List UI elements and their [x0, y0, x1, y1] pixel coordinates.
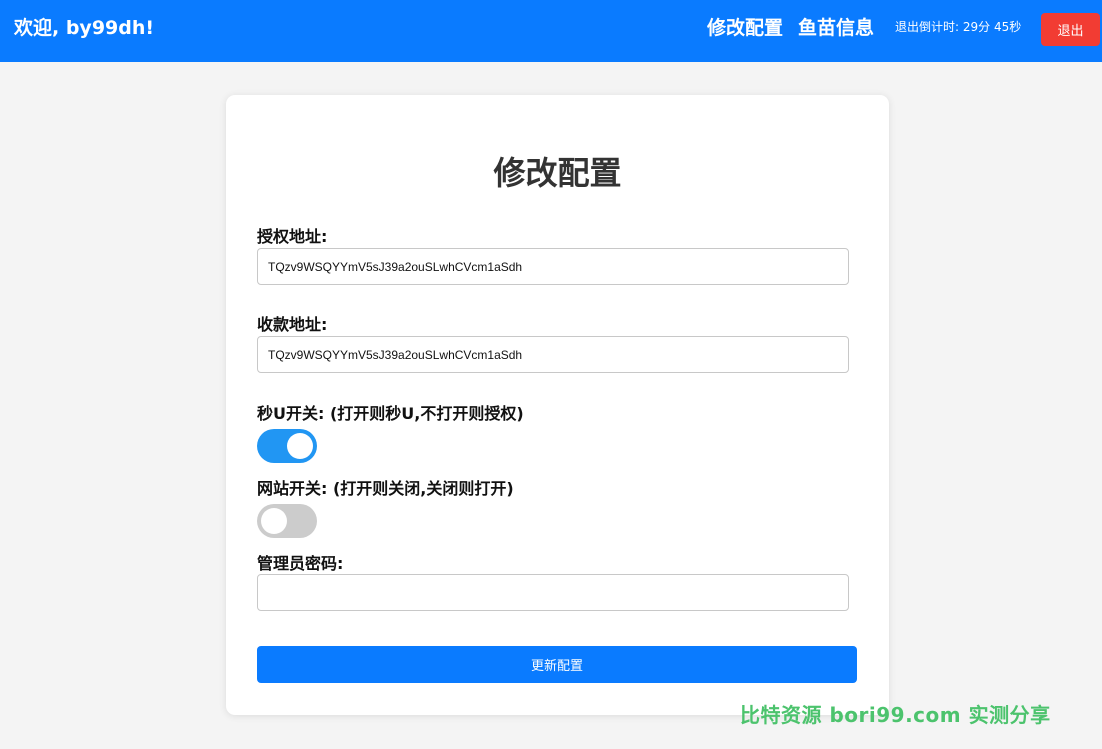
config-form-card: 修改配置 授权地址: 收款地址: 秒U开关: (打开则秒U,不打开则授权) 网站…: [226, 95, 889, 715]
page-title: 修改配置: [493, 154, 622, 192]
toggle-knob: [261, 508, 287, 534]
instant-u-toggle[interactable]: [257, 429, 317, 463]
logout-countdown: 退出倒计时: 29分 45秒: [895, 20, 1022, 34]
admin-password-label: 管理员密码:: [257, 554, 344, 573]
nav-edit-config-link[interactable]: 修改配置: [707, 13, 783, 40]
site-switch-label: 网站开关: (打开则关闭,关闭则打开): [257, 479, 514, 498]
top-nav-bar: 欢迎, by99dh! 修改配置 鱼苗信息 退出倒计时: 29分 45秒 退出: [0, 0, 1102, 62]
auth-address-input[interactable]: [257, 248, 849, 285]
admin-password-input[interactable]: [257, 574, 849, 611]
payee-address-input[interactable]: [257, 336, 849, 373]
nav-fish-info-link[interactable]: 鱼苗信息: [798, 13, 874, 40]
watermark-text: 比特资源 bori99.com 实测分享: [740, 703, 1051, 727]
payee-address-label: 收款地址:: [257, 315, 328, 334]
logout-button[interactable]: 退出: [1041, 13, 1100, 46]
toggle-knob: [287, 433, 313, 459]
site-toggle[interactable]: [257, 504, 317, 538]
auth-address-label: 授权地址:: [257, 227, 328, 246]
welcome-message: 欢迎, by99dh!: [14, 17, 155, 39]
instant-u-switch-label: 秒U开关: (打开则秒U,不打开则授权): [257, 404, 524, 423]
update-config-button[interactable]: 更新配置: [257, 646, 857, 683]
